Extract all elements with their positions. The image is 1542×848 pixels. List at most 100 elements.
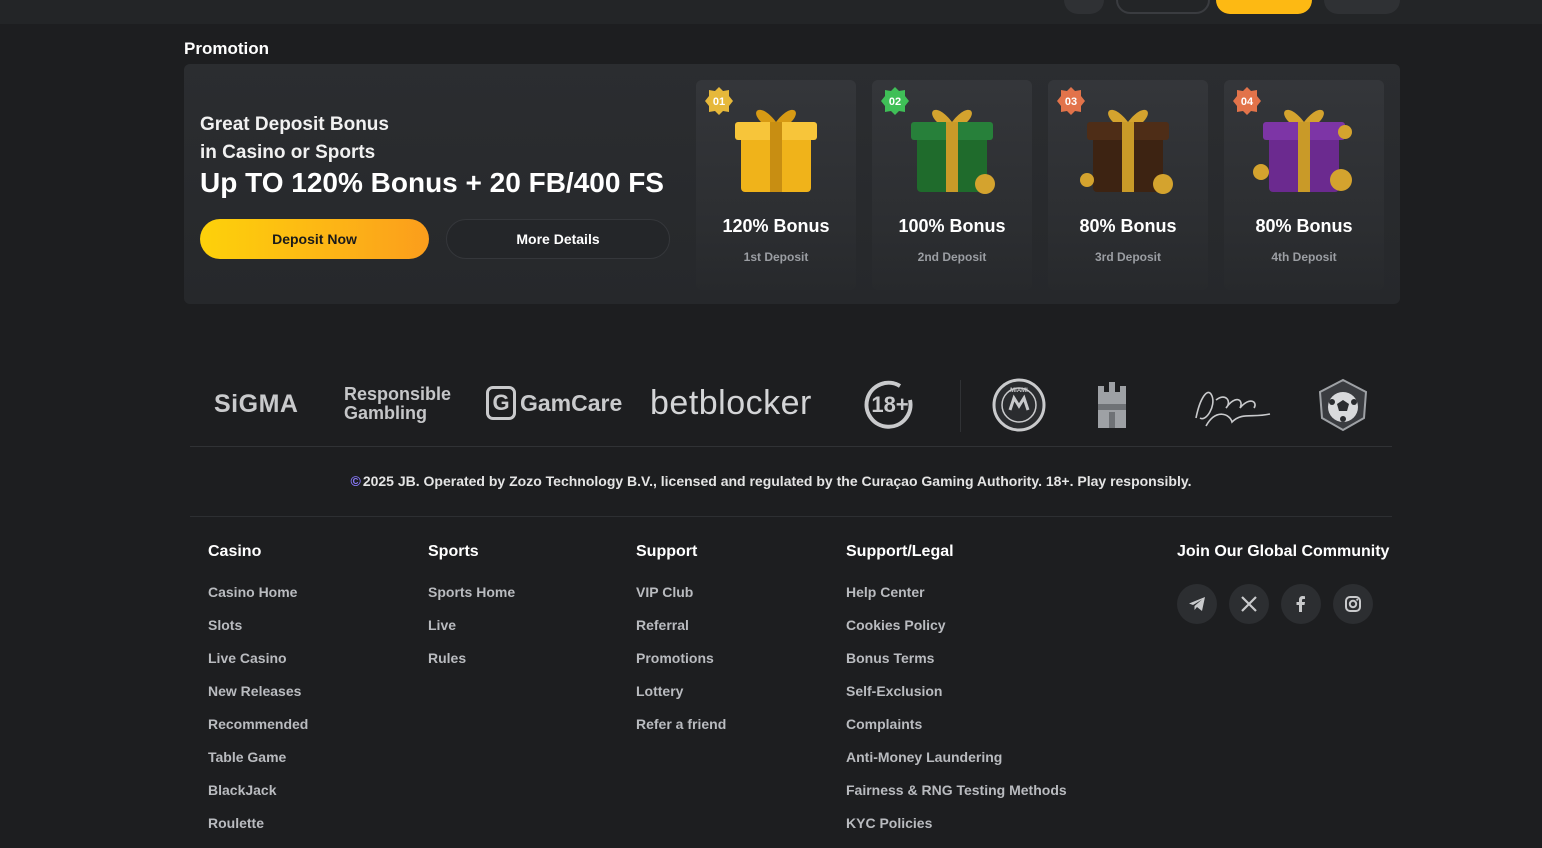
logo-divider — [960, 380, 961, 432]
jason-derulo-signature-logo[interactable] — [1186, 378, 1276, 437]
footer-column-casino: Casino Casino Home Slots Live Casino New… — [208, 543, 308, 848]
castle-crest-icon — [1098, 382, 1126, 428]
more-details-button[interactable]: More Details — [446, 219, 670, 259]
footer-column-support: Support VIP Club Referral Promotions Lot… — [636, 543, 726, 749]
footer-link-aml[interactable]: Anti-Money Laundering — [846, 749, 1067, 782]
deposit-now-button[interactable]: Deposit Now — [200, 219, 429, 259]
telegram-icon — [1189, 597, 1205, 611]
football-icon — [1318, 378, 1368, 432]
footer-link-bonus-terms[interactable]: Bonus Terms — [846, 650, 1067, 683]
bonus-deposit-label: 1st Deposit — [743, 250, 809, 264]
bonus-card-4[interactable]: 04 80% Bonus 4th Deposit — [1224, 80, 1384, 290]
footer-link-live[interactable]: Live — [428, 617, 515, 650]
promo-subtitle-1: Great Deposit Bonus — [200, 114, 389, 135]
footer-link-complaints[interactable]: Complaints — [846, 716, 1067, 749]
footer-column-legal: Support/Legal Help Center Cookies Policy… — [846, 543, 1067, 848]
footer-link-self-exclusion[interactable]: Self-Exclusion — [846, 683, 1067, 716]
column-title: Casino — [208, 543, 262, 560]
bonus-deposit-label: 2nd Deposit — [917, 250, 987, 264]
footer-link-kyc-policies[interactable]: KYC Policies — [846, 815, 1067, 848]
badge-number: 03 — [1065, 96, 1077, 108]
footer-link-slots[interactable]: Slots — [208, 617, 308, 650]
footer-divider-top — [190, 446, 1392, 447]
badge-icon: 03 — [1057, 87, 1085, 115]
footer-link-roulette[interactable]: Roulette — [208, 815, 308, 848]
x-button[interactable] — [1229, 584, 1269, 624]
column-title: Join Our Global Community — [1177, 543, 1390, 560]
footer-link-vip-club[interactable]: VIP Club — [636, 584, 726, 617]
footer-link-sports-home[interactable]: Sports Home — [428, 584, 515, 617]
signup-button[interactable] — [1216, 0, 1312, 14]
signature-icon — [1195, 391, 1271, 427]
age-18-logo[interactable]: 18+ — [862, 378, 918, 437]
footer-link-refer-a-friend[interactable]: Refer a friend — [636, 716, 726, 749]
bonus-value: 120% Bonus — [722, 216, 830, 236]
footer-column-community: Join Our Global Community — [1177, 543, 1389, 624]
rg-line-2: Gambling — [344, 403, 428, 423]
sigma-logo[interactable]: SiGMA — [214, 390, 298, 419]
badge-icon: 02 — [881, 87, 909, 115]
footer-link-rules[interactable]: Rules — [428, 650, 515, 683]
gamcare-logo[interactable]: G GamCare — [486, 386, 622, 420]
login-button[interactable] — [1116, 0, 1210, 14]
bonus-value: 100% Bonus — [898, 216, 1006, 236]
footer-link-cookies-policy[interactable]: Cookies Policy — [846, 617, 1067, 650]
top-header — [0, 0, 1542, 24]
footer-link-promotions[interactable]: Promotions — [636, 650, 726, 683]
bonus-card-2[interactable]: 02 100% Bonus 2nd Deposit — [872, 80, 1032, 290]
gift-icon — [911, 109, 995, 194]
gift-icon — [735, 109, 817, 192]
facebook-icon — [1296, 596, 1305, 612]
bonus-deposit-label: 4th Deposit — [1271, 250, 1337, 264]
footer-link-fairness-rng[interactable]: Fairness & RNG Testing Methods — [846, 782, 1067, 815]
footer-link-new-releases[interactable]: New Releases — [208, 683, 308, 716]
responsible-gambling-logo[interactable]: Responsible Gambling — [344, 385, 451, 423]
footer-link-table-game[interactable]: Table Game — [208, 749, 308, 782]
gamcare-g-icon: G — [486, 386, 516, 420]
badge-icon: 04 — [1233, 87, 1261, 115]
telegram-button[interactable] — [1177, 584, 1217, 624]
partner-logos: SiGMA Responsible Gambling G GamCare bet… — [190, 370, 1392, 440]
x-icon — [1241, 596, 1257, 612]
copyright-icon: © — [350, 473, 361, 489]
column-title: Sports — [428, 543, 479, 560]
rg-line-1: Responsible — [344, 384, 452, 404]
instagram-icon — [1345, 596, 1361, 612]
search-button[interactable] — [1064, 0, 1104, 14]
gamcare-text: GamCare — [520, 389, 623, 416]
age-18-icon: 18+ — [864, 380, 913, 429]
footer-link-blackjack[interactable]: BlackJack — [208, 782, 308, 815]
instagram-button[interactable] — [1333, 584, 1373, 624]
footer-divider-bottom — [190, 516, 1392, 517]
promotion-panel: Great Deposit Bonus in Casino or Sports … — [184, 64, 1400, 304]
header-icons[interactable] — [1324, 0, 1400, 14]
footer-link-referral[interactable]: Referral — [636, 617, 726, 650]
bonus-card-3[interactable]: 03 80% Bonus 3rd Deposit — [1048, 80, 1208, 290]
badge-icon: 01 — [705, 87, 733, 115]
bonus-value: 80% Bonus — [1079, 216, 1177, 236]
footer-link-help-center[interactable]: Help Center — [846, 584, 1067, 617]
footer-link-casino-home[interactable]: Casino Home — [208, 584, 308, 617]
column-title: Support — [636, 543, 698, 560]
bonus-deposit-label: 3rd Deposit — [1094, 250, 1161, 264]
bonus-card-1[interactable]: 01 120% Bonus 1st Deposit — [696, 80, 856, 290]
promotion-title: Promotion — [184, 39, 269, 58]
miami-pickleball-logo[interactable]: MIAMI — [992, 378, 1046, 437]
football-club-logo[interactable] — [1316, 378, 1370, 437]
promo-headline: Up TO 120% Bonus + 20 FB/400 FS — [200, 167, 664, 198]
promo-subtitle-2: in Casino or Sports — [200, 142, 376, 163]
svg-text:18+: 18+ — [871, 392, 908, 417]
footer-link-lottery[interactable]: Lottery — [636, 683, 726, 716]
badge-number: 04 — [1241, 96, 1254, 108]
footer-link-recommended[interactable]: Recommended — [208, 716, 308, 749]
gift-icon — [1080, 109, 1173, 194]
pickleball-badge-icon: MIAMI — [992, 378, 1046, 432]
footer-link-live-casino[interactable]: Live Casino — [208, 650, 308, 683]
gift-icon — [1253, 109, 1352, 192]
copyright-notice: © 2025 JB. Operated by Zozo Technology B.… — [0, 473, 1542, 489]
betblocker-logo[interactable]: betblocker — [650, 384, 812, 423]
club-crest-logo[interactable] — [1092, 378, 1132, 437]
badge-number: 01 — [713, 96, 725, 108]
footer-column-sports: Sports Sports Home Live Rules — [428, 543, 515, 683]
facebook-button[interactable] — [1281, 584, 1321, 624]
